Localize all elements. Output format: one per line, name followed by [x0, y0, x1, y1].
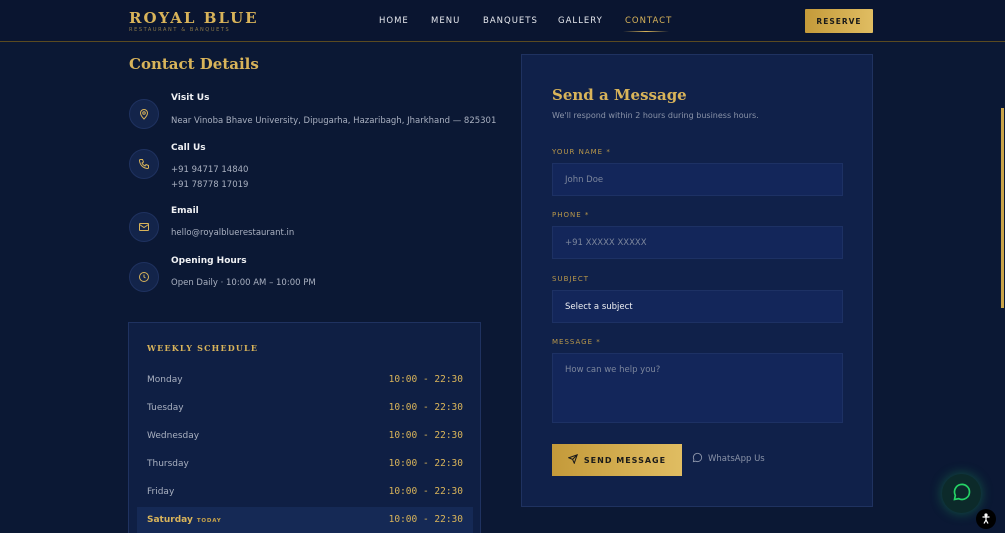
- schedule-row: Monday 10:00 - 22:30: [137, 367, 473, 393]
- schedule-row: Wednesday 10:00 - 22:30: [137, 423, 473, 449]
- accessibility-button[interactable]: [976, 509, 996, 529]
- clock-icon: [129, 262, 159, 292]
- phone-icon: [129, 149, 159, 179]
- contact-details-title: Contact Details: [129, 55, 259, 73]
- hours-value: Open Daily · 10:00 AM – 10:00 PM: [171, 278, 316, 288]
- weekly-schedule-card: WEEKLY SCHEDULE Monday 10:00 - 22:30 Tue…: [128, 322, 481, 533]
- email-label: Email: [171, 206, 199, 216]
- schedule-row: Friday 10:00 - 22:30: [137, 479, 473, 505]
- nav-active-underline: [623, 31, 669, 32]
- visit-label: Visit Us: [171, 93, 210, 103]
- nav-home[interactable]: HOME: [379, 16, 409, 26]
- mail-icon: [129, 212, 159, 242]
- schedule-day: Tuesday: [147, 403, 184, 413]
- map-pin-icon: [129, 99, 159, 129]
- schedule-day: Saturday TODAY: [147, 515, 222, 525]
- schedule-day-name: Saturday: [147, 515, 193, 525]
- form-title: Send a Message: [552, 86, 687, 104]
- nav-contact[interactable]: CONTACT: [625, 16, 672, 26]
- schedule-row: Tuesday 10:00 - 22:30: [137, 395, 473, 421]
- today-badge: TODAY: [196, 518, 222, 524]
- subject-select[interactable]: Select a subject: [552, 290, 843, 323]
- send-message-button[interactable]: SEND MESSAGE: [552, 444, 682, 476]
- brand-name: ROYAL BLUE: [129, 9, 259, 27]
- message-form-card: Send a Message We'll respond within 2 ho…: [521, 54, 873, 507]
- schedule-hours: 10:00 - 22:30: [388, 430, 463, 441]
- schedule-hours: 10:00 - 22:30: [388, 514, 463, 525]
- message-textarea[interactable]: How can we help you?: [552, 353, 843, 423]
- schedule-day: Friday: [147, 487, 175, 497]
- name-label: YOUR NAME *: [552, 148, 611, 156]
- schedule-hours: 10:00 - 22:30: [388, 486, 463, 497]
- send-message-label: SEND MESSAGE: [583, 455, 667, 465]
- accessibility-icon: [980, 510, 992, 529]
- whatsapp-link[interactable]: WhatsApp Us: [692, 452, 765, 466]
- reserve-button[interactable]: RESERVE: [805, 9, 873, 33]
- schedule-row: Thursday 10:00 - 22:30: [137, 451, 473, 477]
- phone-label: PHONE *: [552, 211, 590, 219]
- email-address[interactable]: hello@royalbluerestaurant.in: [171, 228, 294, 238]
- schedule-hours: 10:00 - 22:30: [388, 402, 463, 413]
- message-label: MESSAGE *: [552, 338, 601, 346]
- brand-tagline: RESTAURANT & BANQUETS: [129, 27, 231, 33]
- brand-logo[interactable]: ROYAL BLUE RESTAURANT & BANQUETS: [129, 10, 259, 33]
- whatsapp-label: WhatsApp Us: [708, 454, 765, 464]
- nav-banquets[interactable]: BANQUETS: [483, 16, 538, 26]
- schedule-hours: 10:00 - 22:30: [388, 458, 463, 469]
- scrollbar-thumb[interactable]: [1001, 108, 1004, 308]
- phone-number-2[interactable]: +91 78778 17019: [171, 180, 248, 190]
- whatsapp-icon: [952, 482, 972, 506]
- whatsapp-float-button[interactable]: [942, 474, 981, 513]
- weekly-schedule-title: WEEKLY SCHEDULE: [147, 343, 259, 353]
- subject-label: SUBJECT: [552, 275, 590, 283]
- nav-menu[interactable]: MENU: [431, 16, 460, 26]
- site-header: ROYAL BLUE RESTAURANT & BANQUETS HOME ME…: [0, 0, 1005, 42]
- schedule-row-today: Saturday TODAY 10:00 - 22:30: [137, 507, 473, 533]
- chat-bubble-icon: [692, 452, 703, 466]
- phone-input[interactable]: +91 XXXXX XXXXX: [552, 226, 843, 259]
- send-icon: [567, 453, 578, 466]
- schedule-day: Thursday: [147, 459, 189, 469]
- name-input[interactable]: John Doe: [552, 163, 843, 196]
- nav-gallery[interactable]: GALLERY: [558, 16, 603, 26]
- schedule-day: Wednesday: [147, 431, 200, 441]
- phone-number-1[interactable]: +91 94717 14840: [171, 165, 248, 175]
- hours-label: Opening Hours: [171, 256, 247, 266]
- call-label: Call Us: [171, 143, 206, 153]
- schedule-day: Monday: [147, 375, 183, 385]
- form-subtitle: We'll respond within 2 hours during busi…: [552, 111, 759, 120]
- visit-address: Near Vinoba Bhave University, Dipugarha,…: [171, 116, 497, 126]
- schedule-hours: 10:00 - 22:30: [388, 374, 463, 385]
